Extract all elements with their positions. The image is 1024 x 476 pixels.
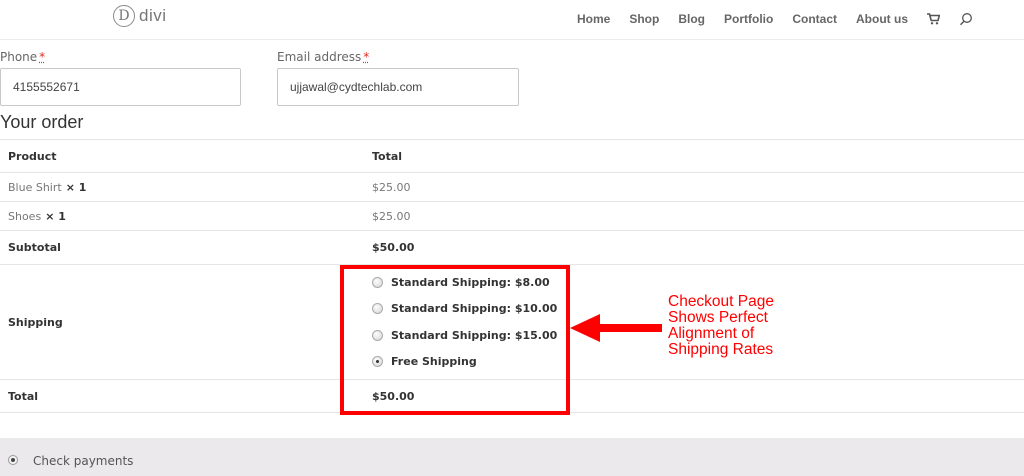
total-header: Total [372, 149, 403, 163]
table-row: Shoes × 1 $25.00 [0, 201, 1024, 231]
logo-text: divi [139, 6, 167, 25]
nav-home[interactable]: Home [577, 12, 610, 26]
product-qty: × 1 [65, 180, 87, 194]
phone-label-text: Phone [0, 50, 38, 64]
search-icon[interactable] [958, 11, 974, 27]
nav-blog[interactable]: Blog [678, 12, 705, 26]
product-header: Product [8, 149, 57, 163]
product-total: $25.00 [372, 180, 411, 194]
logo-mark: D [113, 5, 135, 27]
product-name: Shoes [8, 209, 42, 223]
order-title: Your order [0, 112, 84, 132]
cart-icon[interactable] [925, 11, 941, 27]
subtotal-label: Subtotal [8, 241, 61, 254]
site-header: D divi Home Shop Blog Portfolio Contact … [0, 0, 1024, 40]
nav-portfolio[interactable]: Portfolio [724, 12, 773, 26]
phone-required-mark: * [39, 50, 46, 64]
annotation-text: Checkout Page Shows Perfect Alignment of… [668, 293, 774, 358]
main-nav: Home Shop Blog Portfolio Contact About u… [558, 11, 974, 27]
subtotal-value: $50.00 [372, 241, 415, 254]
email-label-text: Email address [277, 50, 362, 64]
table-row: Blue Shirt × 1 $25.00 [0, 172, 1024, 202]
nav-contact[interactable]: Contact [792, 12, 837, 26]
annotation-arrow-icon [570, 314, 662, 342]
phone-label: Phone * [0, 50, 45, 64]
email-field[interactable]: ujjawal@cydtechlab.com [277, 68, 519, 106]
subtotal-row: Subtotal $50.00 [0, 230, 1024, 265]
email-label: Email address * [277, 50, 369, 64]
highlight-box [340, 265, 570, 415]
email-required-mark: * [363, 50, 370, 64]
phone-field[interactable]: 4155552671 [0, 68, 241, 106]
payment-radio[interactable] [8, 455, 18, 465]
product-cell: Shoes × 1 [0, 202, 364, 231]
site-logo[interactable]: D divi [113, 5, 167, 27]
nav-shop[interactable]: Shop [629, 12, 659, 26]
product-total: $25.00 [372, 209, 411, 223]
table-header-row: Product Total [0, 139, 1024, 173]
total-label: Total [8, 389, 39, 403]
product-qty: × 1 [45, 209, 66, 223]
nav-about-us[interactable]: About us [856, 12, 908, 26]
payment-label[interactable]: Check payments [33, 454, 133, 468]
product-name: Blue Shirt [8, 180, 62, 194]
shipping-label: Shipping [8, 315, 63, 329]
product-cell: Blue Shirt × 1 [0, 173, 364, 202]
payment-methods: Check payments [0, 438, 1024, 476]
